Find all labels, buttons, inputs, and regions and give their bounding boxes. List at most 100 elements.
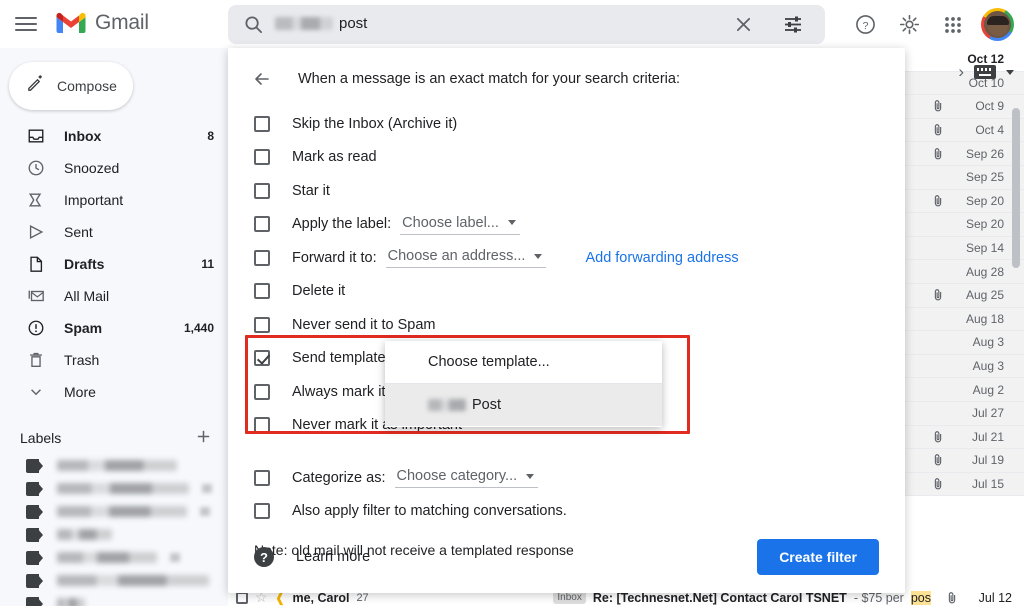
inbox-icon xyxy=(26,126,46,146)
checkbox[interactable] xyxy=(254,182,270,199)
sidebar-item-all-mail[interactable]: All Mail xyxy=(0,280,228,312)
gmail-window: Gmail post ? Compose Inbox 8 Snoozed Imp… xyxy=(0,0,1024,606)
sidebar-item-trash[interactable]: Trash xyxy=(0,344,228,376)
sidebar-item-more[interactable]: More xyxy=(0,376,228,408)
list-item[interactable] xyxy=(0,592,228,606)
checkbox[interactable] xyxy=(254,216,270,233)
back-arrow-icon[interactable] xyxy=(252,69,272,89)
row-date: Jul 21 xyxy=(971,429,1004,444)
search-options-icon[interactable] xyxy=(783,15,803,34)
gear-icon[interactable] xyxy=(893,9,925,41)
option-star-it[interactable]: Star it xyxy=(254,174,905,208)
label-count-redacted xyxy=(170,553,180,562)
learn-more-link[interactable]: Learn more xyxy=(296,549,370,565)
option-apply-label[interactable]: Apply the label: Choose label... xyxy=(254,208,905,242)
option-mark-as-read[interactable]: Mark as read xyxy=(254,141,905,175)
list-item[interactable] xyxy=(0,477,228,500)
row-date: Oct 4 xyxy=(975,123,1004,138)
checkbox[interactable] xyxy=(254,469,270,486)
option-label: Categorize as: xyxy=(292,469,386,486)
label-tag-icon xyxy=(26,527,44,542)
list-scrollbar[interactable] xyxy=(1012,108,1020,268)
sidebar-item-important[interactable]: Important xyxy=(0,184,228,216)
checkbox[interactable] xyxy=(254,115,270,132)
choose-category-select[interactable]: Choose category... xyxy=(394,467,539,489)
checkbox[interactable] xyxy=(254,503,270,520)
right-rail-controls: › xyxy=(958,62,1014,82)
template-item-label: Post xyxy=(472,397,502,413)
apps-grid-icon[interactable] xyxy=(937,9,969,41)
list-item[interactable] xyxy=(0,454,228,477)
row-date: Sep 14 xyxy=(965,241,1004,256)
row-date: Aug 3 xyxy=(972,335,1004,350)
list-item[interactable] xyxy=(0,569,228,592)
attachment-icon xyxy=(930,288,945,303)
attachment-icon xyxy=(930,146,945,161)
label-name-redacted xyxy=(57,575,209,586)
close-icon[interactable] xyxy=(735,16,752,33)
list-item[interactable] xyxy=(0,500,228,523)
sidebar-item-label: Important xyxy=(64,192,124,208)
label-tag-icon xyxy=(26,596,44,606)
option-categorize-as[interactable]: Categorize as: Choose category... xyxy=(254,461,905,495)
option-delete-it[interactable]: Delete it xyxy=(254,275,905,309)
sidebar-item-label: Trash xyxy=(64,352,100,368)
checkbox[interactable] xyxy=(254,283,270,300)
option-never-spam[interactable]: Never send it to Spam xyxy=(254,308,905,342)
sidebar-item-spam[interactable]: Spam 1,440 xyxy=(0,312,228,344)
option-skip-inbox[interactable]: Skip the Inbox (Archive it) xyxy=(254,107,905,141)
checkbox[interactable] xyxy=(254,383,270,400)
search-input[interactable]: post xyxy=(275,15,367,32)
sidebar-item-sent[interactable]: Sent xyxy=(0,216,228,248)
row-checkbox[interactable] xyxy=(236,591,248,604)
option-forward-to[interactable]: Forward it to: Choose an address... Add … xyxy=(254,241,905,275)
label-count-redacted xyxy=(202,484,212,493)
label-tag-icon xyxy=(26,573,44,588)
row-date: Jul 12 xyxy=(978,590,1012,605)
keyboard-icon[interactable] xyxy=(974,65,996,79)
sidebar-item-count: 1,440 xyxy=(183,321,214,335)
option-label: Apply the label: xyxy=(292,216,392,233)
template-menu-header[interactable]: Choose template... xyxy=(385,341,662,384)
template-menu-item[interactable]: Post xyxy=(385,384,662,426)
create-filter-button[interactable]: Create filter xyxy=(757,539,879,575)
option-apply-to-matching[interactable]: Also apply filter to matching conversati… xyxy=(254,495,905,529)
row-date: Sep 20 xyxy=(965,217,1004,232)
sidebar-item-drafts[interactable]: Drafts 11 xyxy=(0,248,228,280)
attachment-icon xyxy=(945,590,959,605)
sidebar-item-label: Drafts xyxy=(64,256,105,272)
sidebar-item-snoozed[interactable]: Snoozed xyxy=(0,152,228,184)
gmail-logo: Gmail xyxy=(56,11,149,35)
help-icon[interactable]: ? xyxy=(849,9,881,41)
help-circle-icon[interactable]: ? xyxy=(254,547,274,567)
hamburger-menu-icon[interactable] xyxy=(14,13,38,35)
checkbox[interactable] xyxy=(254,350,270,367)
checkbox[interactable] xyxy=(254,149,270,166)
label-tag-icon xyxy=(26,504,44,519)
checkbox[interactable] xyxy=(254,316,270,333)
compose-button[interactable]: Compose xyxy=(9,62,133,110)
row-date: Aug 28 xyxy=(965,264,1004,279)
sidebar-item-label: Inbox xyxy=(64,128,102,144)
gmail-wordmark: Gmail xyxy=(95,11,149,34)
labels-header: Labels xyxy=(0,422,228,454)
add-forwarding-address-link[interactable]: Add forwarding address xyxy=(585,250,738,266)
checkbox[interactable] xyxy=(254,249,270,266)
draft-icon xyxy=(26,254,46,274)
caret-down-icon[interactable] xyxy=(1006,69,1014,75)
choose-label-select[interactable]: Choose label... xyxy=(400,214,520,235)
plus-icon[interactable] xyxy=(195,428,212,448)
search-bar[interactable]: post xyxy=(228,5,825,44)
list-item[interactable] xyxy=(0,546,228,569)
chevron-right-icon[interactable]: › xyxy=(958,62,964,82)
option-label: Delete it xyxy=(292,283,346,300)
top-bar: Gmail post ? xyxy=(0,0,1024,48)
list-item[interactable] xyxy=(0,523,228,546)
sidebar-item-inbox[interactable]: Inbox 8 xyxy=(0,120,228,152)
labels-list xyxy=(0,454,228,606)
row-date: Aug 25 xyxy=(965,288,1004,303)
choose-address-select[interactable]: Choose an address... xyxy=(385,247,547,269)
avatar[interactable] xyxy=(981,8,1014,41)
option-label: Forward it to: xyxy=(292,249,377,266)
checkbox[interactable] xyxy=(254,417,270,434)
